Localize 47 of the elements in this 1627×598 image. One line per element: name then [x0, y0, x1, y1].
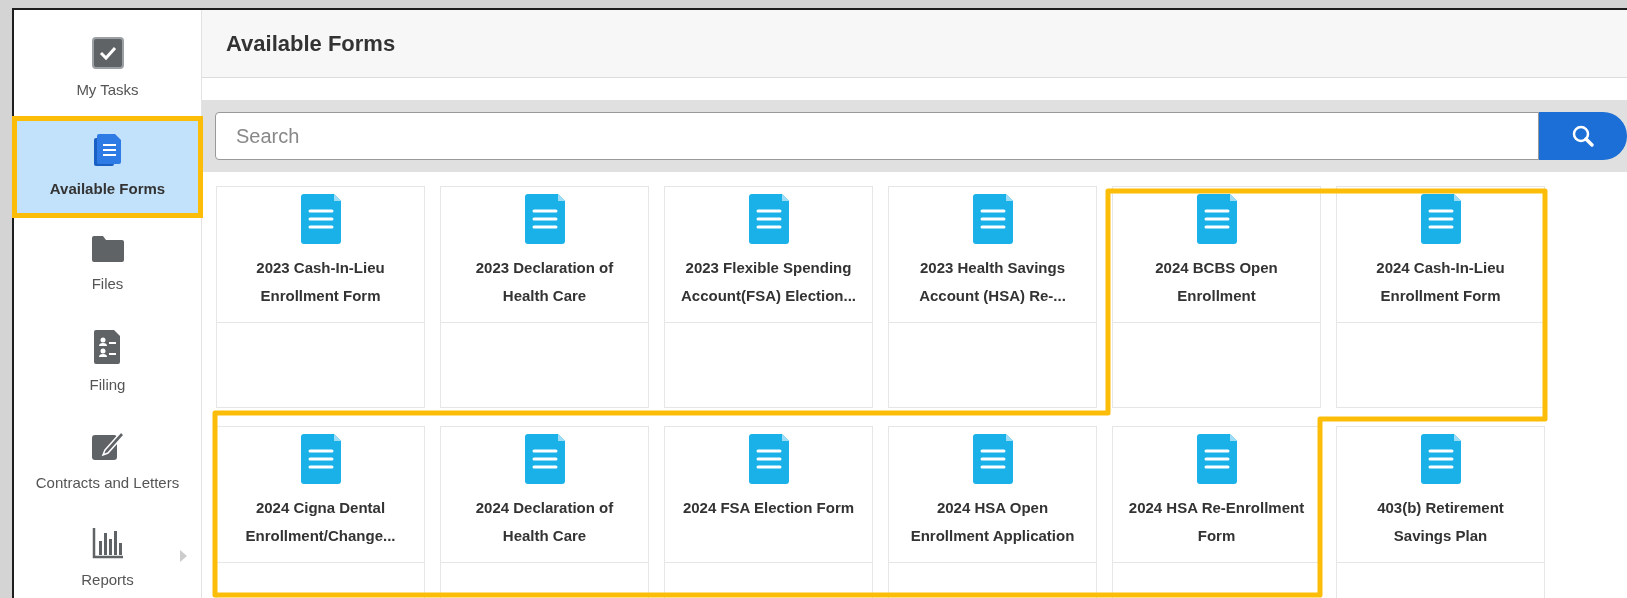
- folder-icon: [90, 234, 125, 263]
- form-title: 2024 HSA Re-Enrollment Form: [1127, 498, 1306, 546]
- form-title: 2023 Declaration of Health Care: [474, 258, 615, 306]
- form-title: 2024 Declaration of Health Care: [474, 498, 615, 546]
- sidebar-item[interactable]: Reports: [14, 510, 201, 598]
- form-card[interactable]: 2024 Cash-In-Lieu Enrollment Form: [1336, 186, 1545, 408]
- document-icon: [524, 194, 565, 244]
- sidebar-item[interactable]: Files: [14, 216, 201, 314]
- form-title: 2024 Cigna Dental Enrollment/Change...: [244, 498, 397, 546]
- document-icon: [1196, 194, 1237, 244]
- documents-icon: [93, 133, 122, 168]
- document-icon: [1420, 434, 1461, 484]
- checkbox-icon: [91, 36, 124, 69]
- search-field[interactable]: Search: [215, 112, 1539, 160]
- sidebar-item[interactable]: Contracts and Letters: [14, 412, 201, 510]
- sidebar-item[interactable]: Filing: [14, 314, 201, 412]
- form-title: 2024 BCBS Open Enrollment: [1154, 258, 1279, 306]
- document-icon: [524, 434, 565, 484]
- document-icon: [1420, 194, 1461, 244]
- search-button[interactable]: [1539, 112, 1627, 160]
- contact-list-icon: [93, 329, 122, 364]
- document-icon: [1196, 434, 1237, 484]
- search-icon: [1571, 124, 1595, 148]
- document-icon: [748, 434, 789, 484]
- form-card[interactable]: 2023 Flexible Spending Account(FSA) Election...: [664, 186, 873, 408]
- form-title: 403(b) Retirement Savings Plan: [1376, 498, 1505, 546]
- form-title: 2023 Flexible Spending Account(FSA) Election...: [680, 258, 857, 306]
- form-title: 2024 HSA Open Enrollment Application: [909, 498, 1076, 546]
- document-icon: [748, 194, 789, 244]
- form-title: 2024 FSA Election Form: [681, 498, 856, 518]
- form-card[interactable]: 2023 Declaration of Health Care: [440, 186, 649, 408]
- page-title: Available Forms: [226, 30, 396, 58]
- form-title: 2023 Cash-In-Lieu Enrollment Form: [255, 258, 386, 306]
- form-title: 2024 Cash-In-Lieu Enrollment Form: [1375, 258, 1506, 306]
- form-card[interactable]: 2024 HSA Re-Enrollment Form: [1112, 426, 1321, 598]
- document-icon: [972, 434, 1013, 484]
- sidebar-item[interactable]: Available Forms: [14, 118, 201, 216]
- form-card[interactable]: 2024 BCBS Open Enrollment: [1112, 186, 1321, 408]
- bar-chart-icon: [91, 526, 124, 559]
- form-title: 2023 Health Savings Account (HSA) Re-...: [918, 258, 1067, 306]
- form-card[interactable]: 2023 Cash-In-Lieu Enrollment Form: [216, 186, 425, 408]
- document-icon: [300, 434, 341, 484]
- document-icon: [972, 194, 1013, 244]
- document-icon: [300, 194, 341, 244]
- form-card[interactable]: 2023 Health Savings Account (HSA) Re-...: [888, 186, 1097, 408]
- form-card[interactable]: 403(b) Retirement Savings Plan: [1336, 426, 1545, 598]
- sidebar-item[interactable]: My Tasks: [14, 20, 201, 118]
